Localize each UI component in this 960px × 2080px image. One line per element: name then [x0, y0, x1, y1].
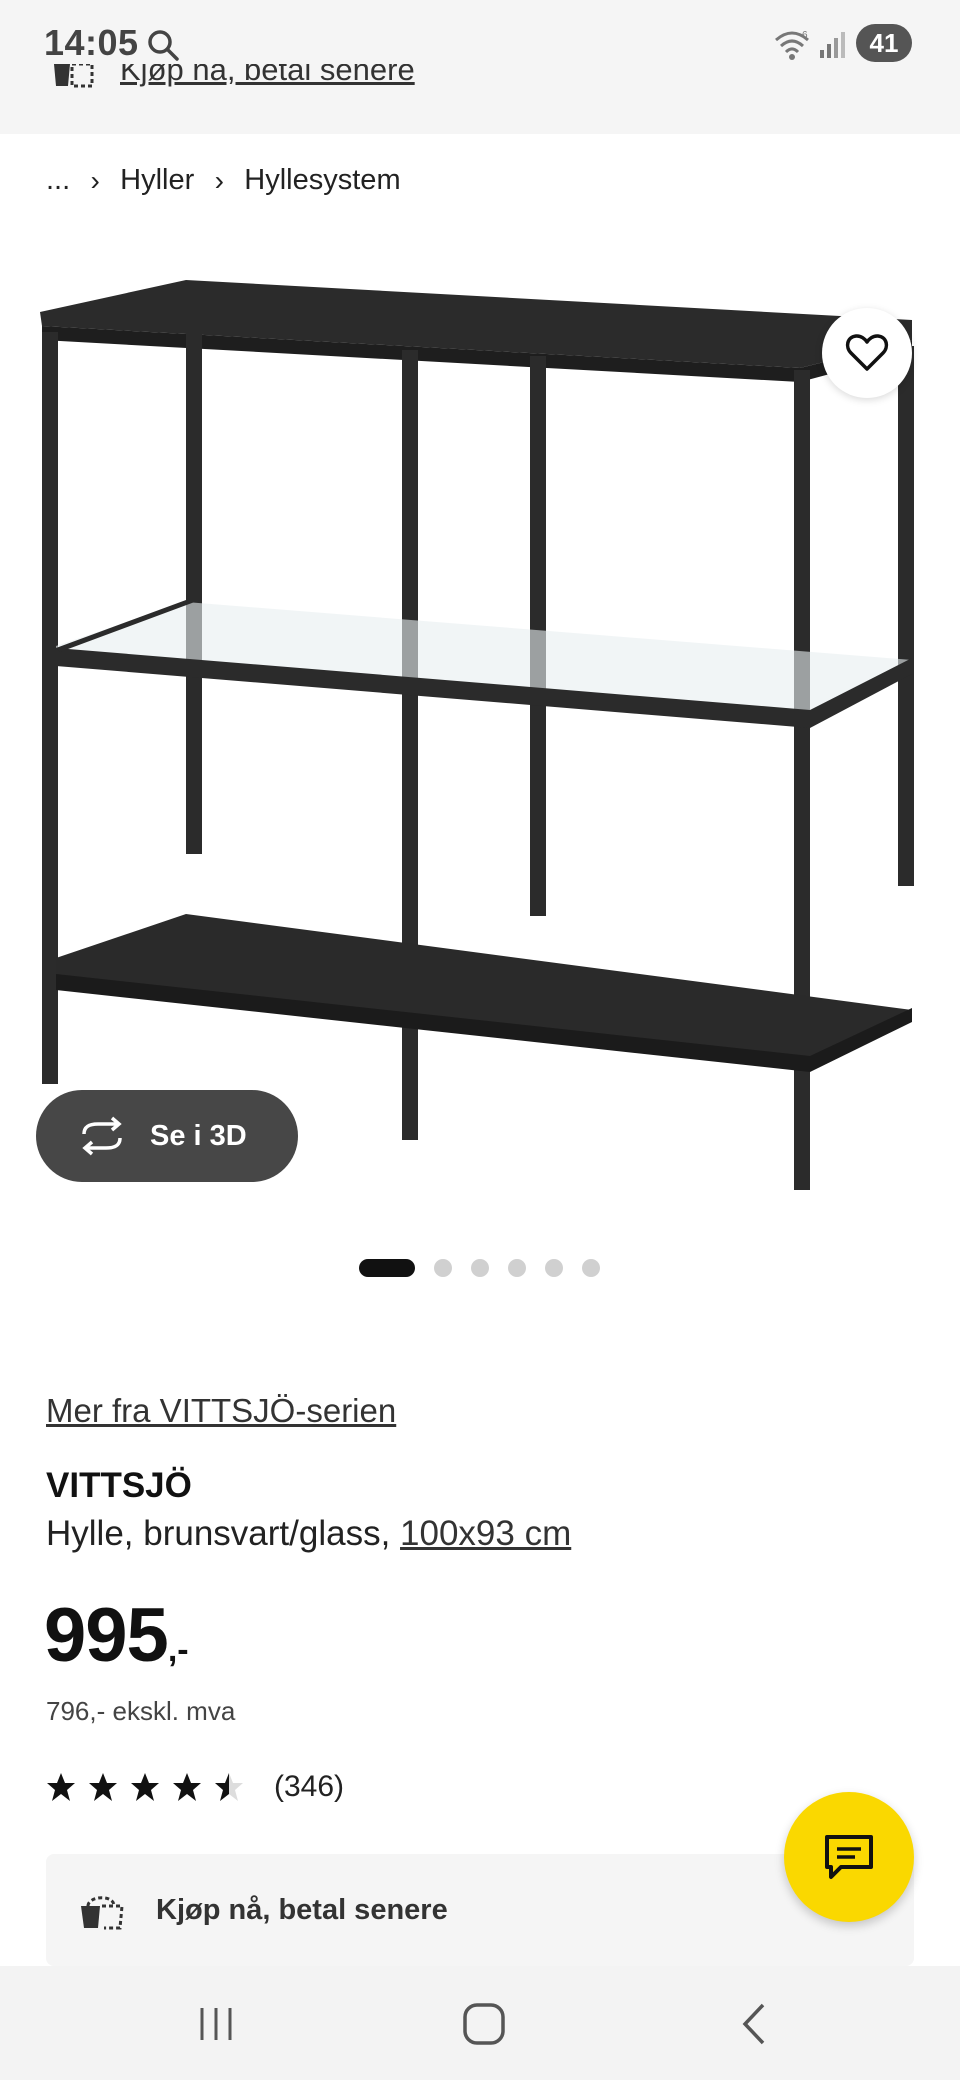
star-icon [47, 1773, 75, 1801]
gallery-dot[interactable] [471, 1259, 489, 1277]
wifi-icon: 6 [775, 30, 809, 60]
chevron-right-icon: › [214, 164, 224, 196]
star-icon [131, 1773, 159, 1801]
product-image[interactable] [0, 250, 960, 1210]
battery-level: 41 [869, 28, 899, 58]
product-size-link[interactable]: 100x93 cm [400, 1514, 571, 1553]
bnpl-label: Kjøp nå, betal senere [156, 1893, 448, 1926]
sticky-bnpl-label: Kjøp nå, betal senere [120, 64, 415, 87]
cart-icon [81, 1896, 124, 1930]
price-ex-vat: 796,- ekskl. mva [46, 1696, 236, 1726]
search-icon [148, 30, 179, 61]
system-nav-bar [0, 1966, 960, 2080]
home-icon [463, 2003, 505, 2045]
svg-text:6: 6 [802, 30, 808, 41]
chat-button[interactable] [784, 1792, 914, 1922]
breadcrumb: ... › Hyller › Hyllesystem [46, 164, 401, 197]
price: 995,- [44, 1592, 189, 1679]
product-description: Hylle, brunsvart/glass, 100x93 cm [46, 1514, 571, 1554]
review-count: (346) [274, 1770, 345, 1803]
view-3d-button[interactable]: Se i 3D [36, 1090, 298, 1182]
breadcrumb-hyllesystem[interactable]: Hyllesystem [244, 164, 400, 197]
price-amount: 995 [44, 1593, 169, 1678]
gallery-dot[interactable] [582, 1259, 600, 1277]
view-3d-label: Se i 3D [150, 1119, 247, 1152]
chevron-right-icon: › [90, 164, 100, 196]
chat-icon [825, 1835, 873, 1879]
star-icon [89, 1773, 117, 1801]
series-link[interactable]: Mer fra VITTSJÖ-serien [46, 1392, 396, 1430]
favorite-button[interactable] [822, 308, 912, 398]
bnpl-card[interactable]: Kjøp nå, betal senere [46, 1854, 914, 1966]
rotate-3d-icon [82, 1116, 122, 1156]
signal-icon [820, 32, 845, 58]
status-time: 14:05 [44, 22, 139, 63]
heart-icon [845, 334, 889, 371]
half-star-icon [215, 1773, 243, 1801]
gallery-dot[interactable] [508, 1259, 526, 1277]
back-button[interactable] [724, 1996, 784, 2052]
gallery-dot-active[interactable] [359, 1259, 415, 1277]
rating[interactable]: (346) [46, 1770, 344, 1804]
back-icon [742, 2003, 765, 2045]
breadcrumb-ellipsis[interactable]: ... [46, 164, 70, 197]
product-description-text: Hylle, brunsvart/glass, [46, 1514, 401, 1553]
gallery-dot[interactable] [434, 1259, 452, 1277]
gallery-dot[interactable] [545, 1259, 563, 1277]
gallery-pagination [0, 1256, 960, 1278]
star-icon [173, 1773, 201, 1801]
cart-icon [54, 64, 94, 88]
home-button[interactable] [454, 1996, 514, 2052]
battery-icon: 41 [856, 24, 912, 62]
price-suffix: ,- [167, 1631, 189, 1669]
product-name: VITTSJÖ [46, 1466, 192, 1505]
recent-apps-button[interactable] [186, 1996, 246, 2052]
shelf-illustration [40, 280, 914, 1190]
sticky-bnpl-link[interactable]: Kjøp nå, betal senere [44, 64, 544, 104]
breadcrumb-hyller[interactable]: Hyller [120, 164, 194, 197]
recent-apps-icon [200, 2008, 232, 2040]
